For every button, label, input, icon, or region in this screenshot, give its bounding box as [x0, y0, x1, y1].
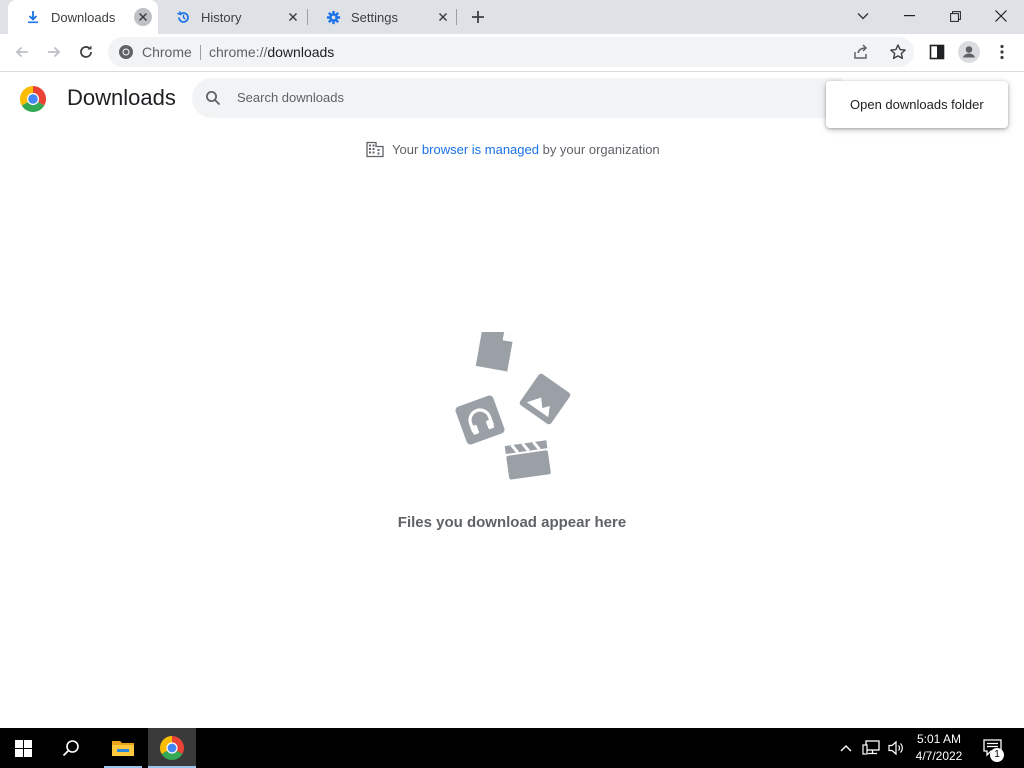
minimize-button[interactable]: [886, 0, 932, 32]
close-window-button[interactable]: [978, 0, 1024, 32]
building-icon: [366, 140, 384, 158]
browser-toolbar: Chrome chrome://downloads: [0, 34, 1024, 72]
file-explorer-button[interactable]: [100, 728, 146, 768]
clock-time[interactable]: 5:01 AM: [908, 732, 970, 746]
chrome-icon: [118, 44, 134, 60]
tab-strip: Downloads History Settings: [0, 0, 1024, 34]
address-bar[interactable]: Chrome chrome://downloads: [108, 37, 914, 67]
url-path: downloads: [267, 44, 335, 60]
volume-icon[interactable]: [884, 728, 908, 768]
close-tab-icon[interactable]: [134, 8, 152, 26]
open-downloads-folder-menu: Open downloads folder: [826, 81, 1008, 128]
tab-label: Downloads: [51, 9, 116, 25]
bookmark-star-icon[interactable]: [889, 43, 907, 61]
search-taskbar-button[interactable]: [48, 728, 94, 768]
forward-button[interactable]: [40, 38, 68, 66]
reload-button[interactable]: [72, 38, 100, 66]
page-title: Downloads: [67, 85, 176, 110]
url-text: chrome://downloads: [209, 44, 334, 60]
empty-downloads-illustration: [448, 326, 578, 488]
audio-icon: [455, 395, 505, 445]
document-icon: [475, 326, 513, 372]
tab-search-button[interactable]: [840, 0, 886, 32]
close-tab-icon[interactable]: [434, 8, 452, 26]
video-icon: [504, 440, 551, 480]
notification-badge: 1: [990, 748, 1004, 762]
download-icon: [25, 9, 41, 25]
back-button[interactable]: [8, 38, 36, 66]
tab-downloads[interactable]: Downloads: [8, 0, 158, 34]
search-icon: [205, 90, 221, 106]
managed-suffix: by your organization: [542, 141, 660, 157]
managed-notice: Your browser is managed by your organiza…: [366, 140, 660, 158]
chrome-taskbar-button[interactable]: [148, 728, 196, 768]
action-center-button[interactable]: 1: [978, 728, 1008, 768]
search-placeholder: Search downloads: [237, 90, 344, 105]
side-panel-button[interactable]: [923, 38, 951, 66]
gear-icon: [325, 9, 341, 25]
windows-taskbar: 5:01 AM 4/7/2022 1: [0, 728, 1024, 768]
tab-history[interactable]: History: [158, 0, 308, 34]
managed-link[interactable]: browser is managed: [422, 142, 539, 157]
chrome-logo-icon: [20, 86, 46, 112]
network-icon[interactable]: [858, 728, 884, 768]
share-icon[interactable]: [852, 43, 870, 61]
managed-prefix: Your: [392, 141, 419, 157]
chevron-up-icon[interactable]: [834, 728, 858, 768]
search-input[interactable]: Search downloads: [192, 78, 842, 118]
open-downloads-folder-item[interactable]: Open downloads folder: [850, 97, 984, 112]
start-button[interactable]: [0, 728, 46, 768]
close-tab-icon[interactable]: [284, 8, 302, 26]
history-icon: [175, 9, 191, 25]
profile-avatar[interactable]: [955, 38, 983, 66]
tab-label: Settings: [351, 9, 398, 25]
image-icon: [519, 373, 571, 425]
site-label: Chrome: [142, 44, 192, 60]
url-prefix: chrome://: [209, 44, 268, 60]
new-tab-button[interactable]: [464, 3, 492, 31]
tab-separator: [456, 9, 457, 25]
empty-state-message: Files you download appear here: [397, 514, 627, 531]
restore-button[interactable]: [932, 0, 978, 32]
omnibox-divider: [200, 45, 201, 60]
menu-button[interactable]: [988, 38, 1016, 66]
tab-label: History: [201, 9, 242, 25]
tab-settings[interactable]: Settings: [308, 0, 458, 34]
clock-date[interactable]: 4/7/2022: [908, 749, 970, 763]
